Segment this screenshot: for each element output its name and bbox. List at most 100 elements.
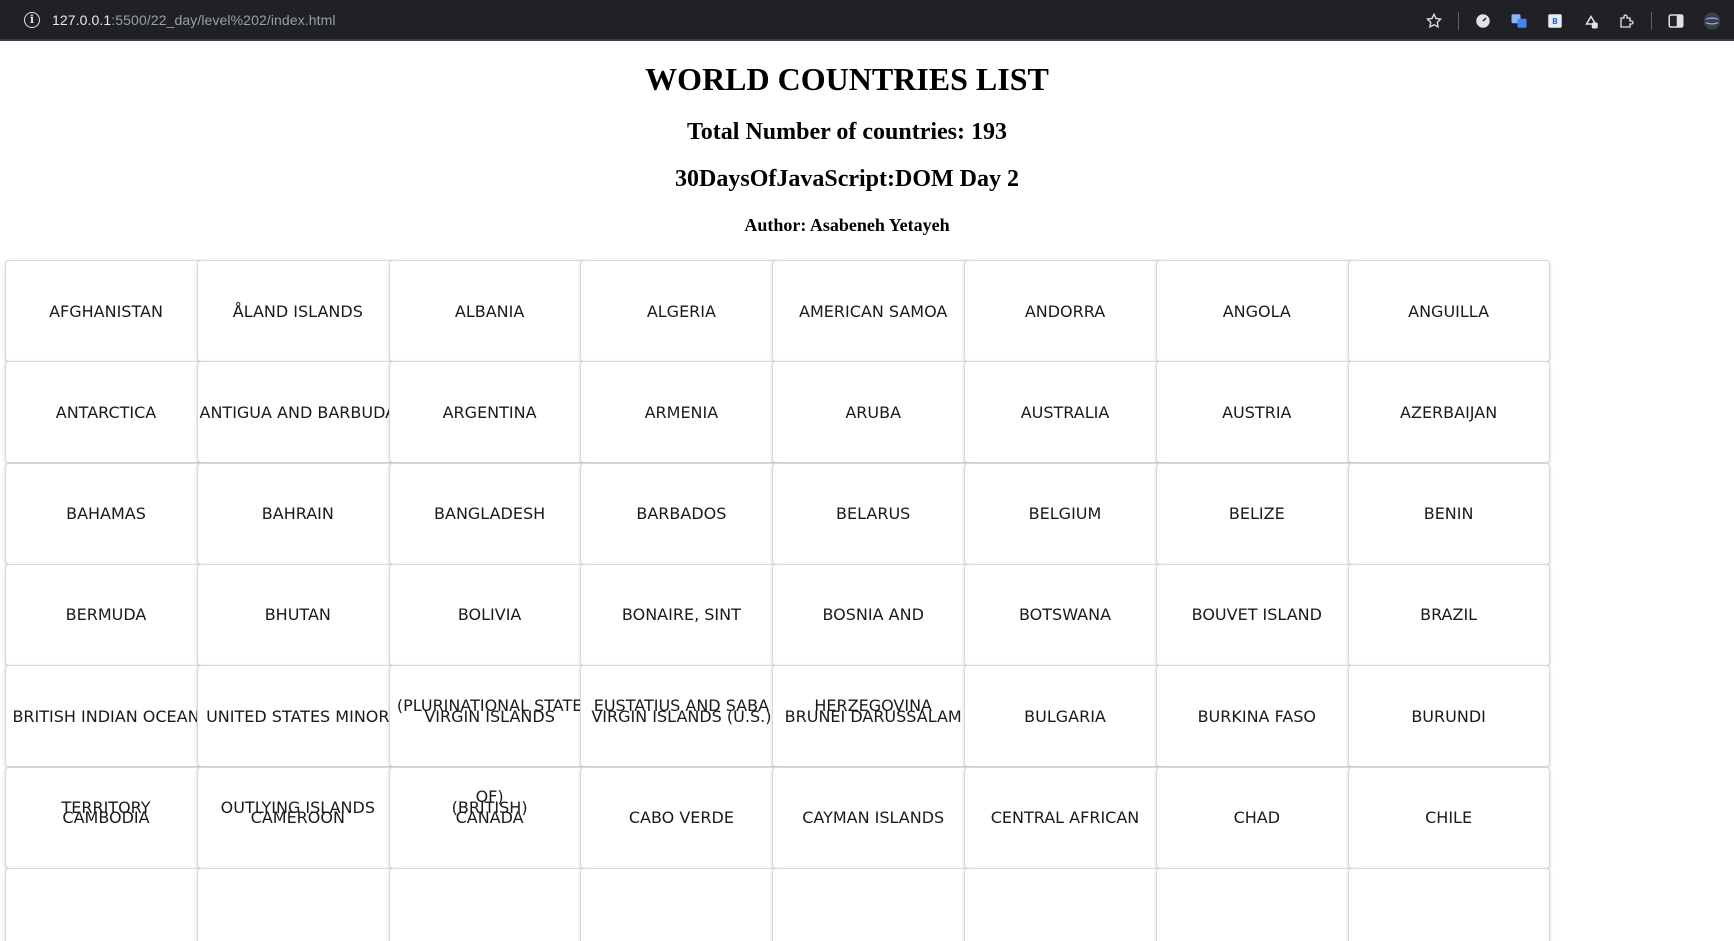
country-card: CAMEROON OUTLYING ISLANDS — [196, 766, 399, 869]
country-card: VIRGIN ISLANDS (PLURINATIONAL STATE — [388, 665, 591, 768]
address-bar[interactable]: 127.0.0.1:5500/22_day/level%202/index.ht… — [52, 12, 336, 28]
country-card: ANTIGUA AND BARBUDA — [196, 361, 399, 464]
country-card: ANTARCTICA — [5, 361, 207, 464]
country-card: BERMUDA — [5, 563, 207, 666]
country-card: BAHRAIN — [196, 462, 399, 565]
country-card: BOSNIA AND — [772, 563, 975, 666]
country-card: CHAD — [1155, 766, 1358, 869]
country-card-partial — [196, 867, 399, 941]
extension-speed-icon[interactable] — [1473, 11, 1493, 31]
country-name: ALBANIA — [454, 301, 525, 321]
country-card-partial — [964, 867, 1166, 941]
country-name: CHILE — [1425, 808, 1473, 827]
country-card: BOLIVIA — [388, 563, 591, 666]
country-name: ARGENTINA — [442, 402, 537, 422]
country-card: BAHAMAS — [5, 462, 207, 565]
site-info-icon[interactable]: i — [24, 11, 40, 28]
country-card: BURUNDI — [1347, 665, 1550, 768]
country-name: BERMUDA — [65, 605, 147, 625]
country-name: BULGARIA — [1024, 706, 1106, 726]
page-content: WORLD COUNTRIES LIST Total Number of cou… — [0, 41, 1734, 941]
country-card-partial — [5, 867, 207, 941]
country-card: BARBADOS — [580, 462, 783, 565]
country-card: BELARUS — [772, 462, 975, 565]
bookmark-star-icon[interactable] — [1424, 11, 1444, 31]
country-name: ÅLAND ISLANDS — [232, 301, 363, 321]
extension-recycle-icon[interactable] — [1581, 11, 1601, 31]
country-name: BURKINA FASO — [1197, 706, 1317, 726]
country-name: AUSTRIA — [1222, 402, 1292, 422]
url-path: :5500/22_day/level%202/index.html — [111, 11, 336, 28]
country-card: AUSTRALIA — [964, 361, 1166, 464]
extension-b-icon[interactable]: B — [1545, 11, 1565, 31]
side-panel-icon[interactable] — [1666, 11, 1686, 31]
country-name: UNITED STATES MINOR — [206, 706, 390, 726]
country-name: BARBADOS — [636, 504, 727, 524]
author-line: Author: Asabeneh Yetayeh — [744, 215, 950, 235]
country-name: AZERBAIJAN — [1400, 402, 1498, 422]
country-card: VIRGIN ISLANDS (U.S.) EUSTATIUS AND SABA — [580, 665, 783, 768]
country-card: BOUVET ISLAND — [1155, 563, 1358, 666]
total-countries: Total Number of countries: 193 — [687, 119, 1007, 145]
country-card: ARUBA — [772, 361, 975, 464]
country-card: BHUTAN — [196, 563, 399, 666]
country-card: BRUNEI DARUSSALAM HERZEGOVINA — [772, 665, 975, 768]
country-name: ANDORRA — [1024, 301, 1106, 321]
country-card: AZERBAIJAN — [1347, 361, 1550, 464]
page-title: WORLD COUNTRIES LIST — [645, 61, 1049, 97]
country-name: AFGHANISTAN — [49, 301, 163, 321]
page-subtitle: 30DaysOfJavaScript:DOM Day 2 — [675, 166, 1019, 192]
country-name: BRITISH INDIAN OCEAN — [12, 706, 200, 726]
toolbar-icons: B — [1416, 0, 1730, 41]
country-name: BOSNIA AND — [822, 605, 924, 625]
country-name: BENIN — [1423, 504, 1474, 524]
country-card: BONAIRE, SINT — [580, 563, 783, 666]
country-card-partial — [388, 867, 591, 941]
country-card: ALGERIA — [580, 260, 783, 362]
country-card: AMERICAN SAMOA — [772, 260, 975, 362]
country-name: BELARUS — [836, 504, 911, 524]
country-card: BOTSWANA — [964, 563, 1166, 666]
translate-icon[interactable] — [1509, 11, 1529, 31]
country-card: UNITED STATES MINOR — [196, 665, 399, 768]
country-name: AMERICAN SAMOA — [799, 301, 948, 321]
country-name: BELIZE — [1228, 504, 1285, 524]
country-name: BURUNDI — [1411, 706, 1486, 726]
country-card: BRITISH INDIAN OCEAN — [5, 665, 207, 768]
country-card: ANGOLA — [1155, 260, 1358, 362]
country-card: BENIN — [1347, 462, 1550, 565]
country-name: BONAIRE, SINT — [621, 605, 741, 625]
country-name: ANGOLA — [1222, 301, 1291, 321]
country-name: ARMENIA — [644, 402, 719, 422]
country-card: AUSTRIA — [1155, 361, 1358, 464]
country-name: ANTIGUA AND BARBUDA — [199, 402, 397, 422]
country-name: BELGIUM — [1028, 504, 1102, 524]
country-card: CAMBODIA TERRITORY — [5, 766, 207, 869]
country-card-partial — [772, 867, 975, 941]
country-name: BAHAMAS — [66, 504, 146, 524]
country-name: CAYMAN ISLANDS — [802, 808, 945, 827]
country-name-overflow: (PLURINATIONAL STATE — [396, 696, 583, 716]
country-card: CABO VERDE — [580, 766, 783, 869]
country-name: CHAD — [1233, 808, 1281, 827]
country-card: ARMENIA — [580, 361, 783, 464]
country-name-overflow: TERRITORY — [61, 797, 151, 817]
country-card: BRAZIL — [1347, 563, 1550, 666]
country-name-overflow: HERZEGOVINA — [814, 696, 932, 716]
country-name-overflow: OUTLYING ISLANDS — [220, 797, 375, 817]
country-card: BANGLADESH — [388, 462, 591, 565]
country-card: CAYMAN ISLANDS — [772, 766, 975, 869]
toolbar-divider-2 — [1651, 11, 1652, 30]
country-name: BHUTAN — [264, 605, 331, 625]
country-card: BELGIUM — [964, 462, 1166, 565]
country-card: ÅLAND ISLANDS — [196, 260, 399, 362]
country-card: BULGARIA — [964, 665, 1166, 768]
country-name: ANGUILLA — [1408, 301, 1490, 321]
country-name: BOUVET ISLAND — [1191, 605, 1322, 625]
profile-avatar-icon[interactable] — [1702, 11, 1722, 31]
country-card-partial — [580, 867, 783, 941]
country-name: CENTRAL AFRICAN — [990, 808, 1140, 827]
country-name-overflow: (BRITISH) — [451, 797, 528, 817]
extensions-puzzle-icon[interactable] — [1617, 11, 1637, 31]
country-card: AFGHANISTAN — [5, 260, 207, 362]
